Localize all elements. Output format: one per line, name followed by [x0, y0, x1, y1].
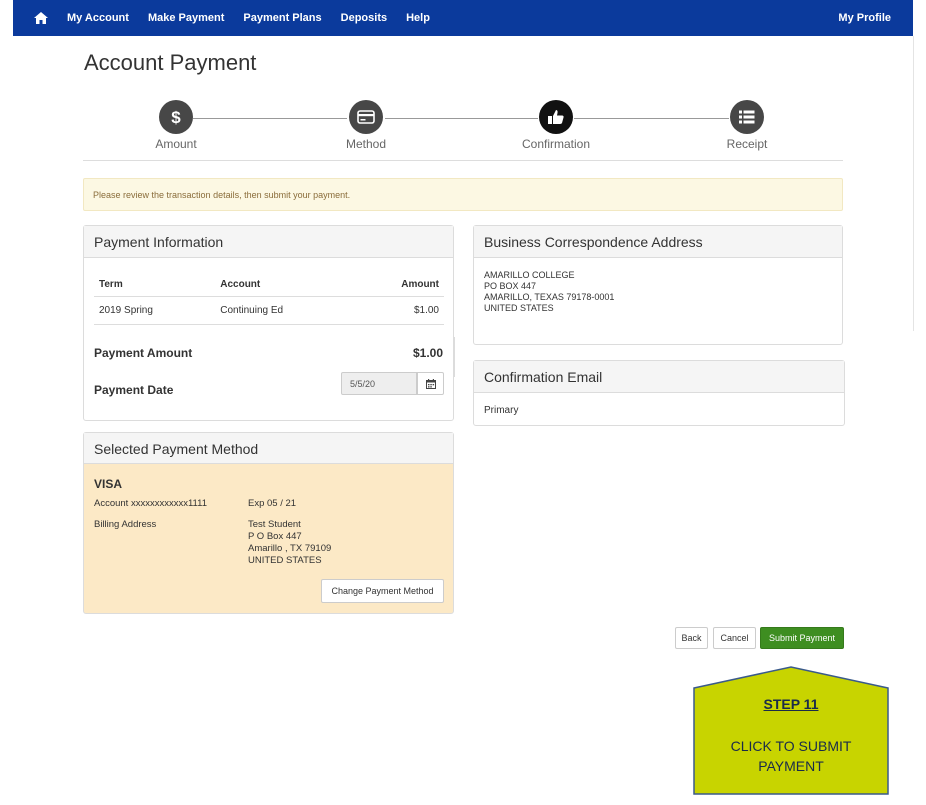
top-nav-bar: My Account Make Payment Payment Plans De… [13, 0, 913, 36]
step-confirmation: Confirmation [506, 100, 606, 151]
step-method: Method [316, 100, 416, 151]
billing-address: Test Student P O Box 447 Amarillo , TX 7… [248, 519, 331, 567]
card-account: Account xxxxxxxxxxxx1111 [94, 498, 207, 509]
column-header: Account [215, 276, 354, 297]
payment-date-label: Payment Date [94, 383, 174, 397]
term-cell: 2019 Spring [94, 296, 216, 325]
credit-card-icon [349, 100, 383, 134]
card-expiry: Exp 05 / 21 [248, 498, 297, 509]
address-line: UNITED STATES [484, 303, 554, 313]
step-label: Receipt [726, 137, 768, 151]
step-callout: STEP 11 CLICK TO SUBMIT PAYMENT [693, 666, 889, 795]
nav-make-payment[interactable]: Make Payment [148, 12, 224, 24]
cancel-button[interactable]: Cancel [713, 627, 756, 649]
table-row: 2019 Spring Continuing Ed $1.00 [94, 296, 444, 325]
nav-menu: My Account Make Payment Payment Plans De… [67, 12, 449, 24]
payment-information-panel: Payment Information Term Account Amount … [83, 225, 454, 421]
column-header: Amount [353, 276, 444, 297]
address-line: PO BOX 447 [484, 281, 537, 291]
address-line: UNITED STATES [248, 555, 322, 566]
panel-title: Business Correspondence Address [474, 226, 842, 258]
calendar-icon[interactable] [417, 372, 444, 395]
account-cell: Continuing Ed [215, 296, 354, 325]
callout-step-title: STEP 11 [763, 696, 819, 712]
home-icon[interactable] [31, 8, 51, 28]
amount-cell: $1.00 [353, 296, 444, 325]
dollar-icon: $ [159, 100, 193, 134]
nav-my-account[interactable]: My Account [67, 12, 129, 24]
step-label: Method [345, 137, 387, 151]
address-line: P O Box 447 [248, 531, 302, 542]
page-title: Account Payment [84, 50, 257, 75]
billing-address-label: Billing Address [94, 519, 157, 530]
business-address: AMARILLO COLLEGE PO BOX 447 AMARILLO, TE… [484, 270, 614, 314]
step-amount: $ Amount [126, 100, 226, 151]
back-button[interactable]: Back [675, 627, 708, 649]
payment-date-input[interactable] [341, 372, 417, 395]
step-label: Confirmation [521, 137, 591, 151]
step-label: Amount [155, 137, 197, 151]
card-brand: VISA [94, 477, 123, 491]
panel-title: Payment Information [84, 226, 453, 258]
panel-border [454, 337, 455, 377]
nav-help[interactable]: Help [406, 12, 430, 24]
address-line: AMARILLO, TEXAS 79178-0001 [484, 292, 615, 302]
confirmation-email-value: Primary [484, 405, 519, 416]
column-header: Term [94, 276, 216, 297]
nav-deposits[interactable]: Deposits [341, 12, 387, 24]
callout-line: CLICK TO SUBMIT [730, 738, 852, 754]
selected-payment-method-panel: Selected Payment Method VISA Account xxx… [83, 432, 454, 614]
svg-text:$: $ [171, 108, 181, 127]
progress-stepper: $ Amount Method Confirmation Receipt [83, 100, 843, 161]
address-line: AMARILLO COLLEGE [484, 270, 575, 280]
address-line: Test Student [248, 519, 301, 530]
payment-table: Term Account Amount 2019 Spring Continui… [94, 276, 444, 325]
nav-payment-plans[interactable]: Payment Plans [243, 12, 321, 24]
submit-payment-button[interactable]: Submit Payment [760, 627, 844, 649]
change-payment-method-button[interactable]: Change Payment Method [321, 579, 444, 603]
step-receipt: Receipt [697, 100, 797, 151]
review-alert: Please review the transaction details, t… [83, 178, 843, 211]
panel-title: Selected Payment Method [84, 433, 453, 464]
page-divider [913, 36, 914, 331]
callout-description: CLICK TO SUBMIT PAYMENT [693, 736, 889, 776]
panel-title: Confirmation Email [474, 361, 844, 393]
business-address-panel: Business Correspondence Address AMARILLO… [473, 225, 843, 345]
payment-amount-value: $1.00 [412, 346, 443, 360]
confirmation-email-panel: Confirmation Email Primary [473, 360, 845, 426]
thumbs-up-icon [539, 100, 573, 134]
callout-line: PAYMENT [758, 758, 824, 774]
payment-amount-label: Payment Amount [94, 346, 193, 360]
nav-my-profile[interactable]: My Profile [838, 12, 891, 24]
address-line: Amarillo , TX 79109 [248, 543, 332, 554]
list-icon [730, 100, 764, 134]
